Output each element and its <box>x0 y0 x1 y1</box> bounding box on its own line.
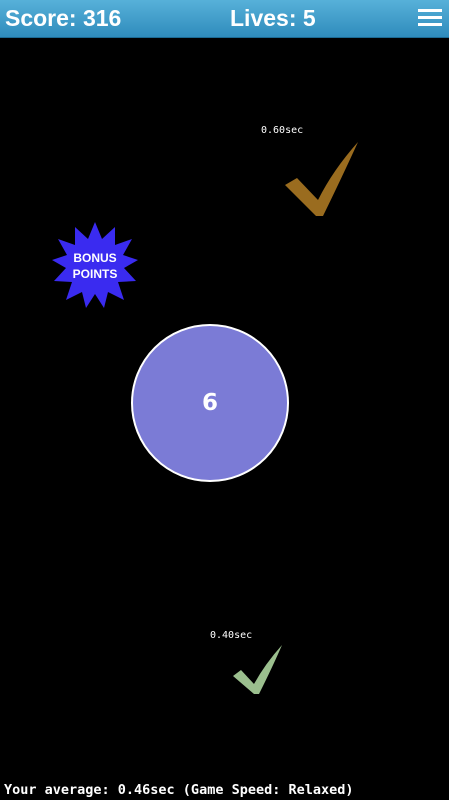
bonus-label-line2: POINTS <box>72 267 118 281</box>
target-circle[interactable]: 6 <box>131 324 289 482</box>
average-time-status: Your average: 0.46sec (Game Speed: Relax… <box>4 782 354 798</box>
checkmark-icon <box>285 142 358 216</box>
score-display: Score: 316 <box>5 5 122 31</box>
hit-time-label: 0.60sec <box>261 125 304 136</box>
bonus-label-line1: BONUS <box>73 251 117 265</box>
bonus-points-badge[interactable]: BONUS POINTS <box>52 222 138 308</box>
menu-bar-line <box>418 23 442 26</box>
game-screen: Score: 316 Lives: 5 0.60sec BONUS POINTS… <box>0 0 449 800</box>
footer-bar: Your average: 0.46sec (Game Speed: Relax… <box>0 780 449 800</box>
menu-bar-line <box>418 16 442 19</box>
menu-bar-line <box>418 9 442 12</box>
checkmark-icon <box>233 645 282 694</box>
bonus-label: BONUS POINTS <box>52 250 138 282</box>
target-number: 6 <box>201 390 218 416</box>
lives-display: Lives: 5 <box>230 5 316 31</box>
hit-time-label: 0.40sec <box>210 630 253 641</box>
top-bar: Score: 316 Lives: 5 <box>0 0 449 38</box>
hamburger-menu-icon[interactable] <box>418 7 442 29</box>
